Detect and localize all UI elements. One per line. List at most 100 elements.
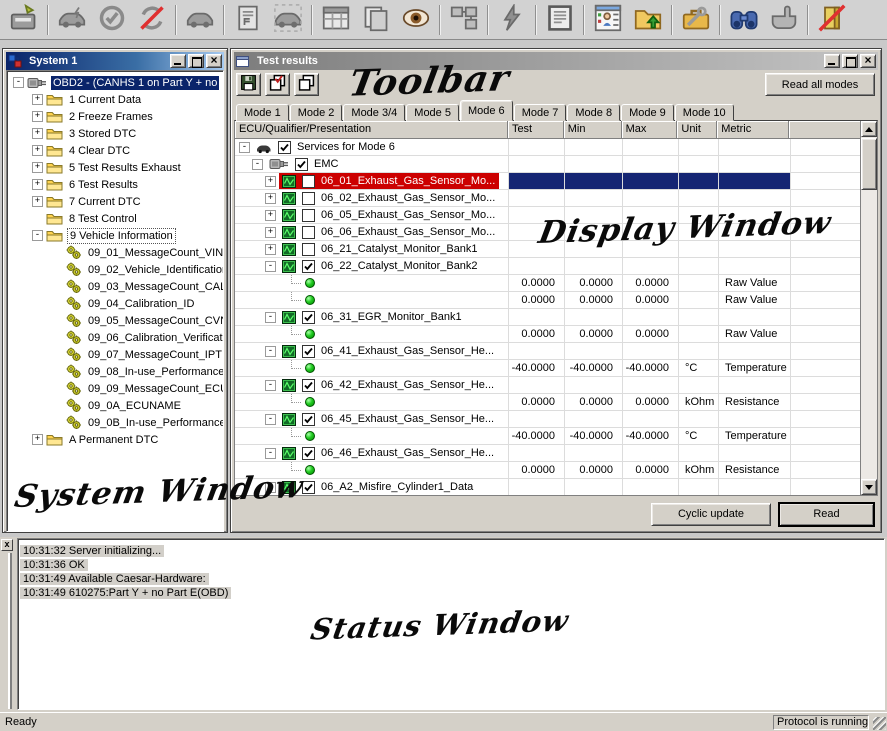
row-label[interactable]: EMC (312, 158, 340, 170)
collapse-icon[interactable]: - (239, 142, 250, 153)
table-row[interactable]: -06_46_Exhaust_Gas_Sensor_He... (235, 445, 860, 462)
tree-item-label[interactable]: 09_03_MessageCount_CALID (86, 280, 224, 294)
tree-item[interactable]: +2 Freeze Frames (7, 108, 223, 125)
tree-item[interactable]: 09_01_MessageCount_VIN (7, 244, 223, 261)
tree-item-label[interactable]: 6 Test Results (67, 178, 140, 192)
maximize-button[interactable] (188, 54, 204, 68)
expand-icon[interactable]: + (32, 128, 43, 139)
row-label[interactable]: 06_31_EGR_Monitor_Bank1 (319, 311, 464, 323)
collapse-icon[interactable]: - (265, 414, 276, 425)
row-label[interactable]: 06_42_Exhaust_Gas_Sensor_He... (319, 379, 496, 391)
tree-item[interactable]: +6 Test Results (7, 176, 223, 193)
tree-item-label[interactable]: 09_05_MessageCount_CVN (86, 314, 224, 328)
checkbox-checked[interactable] (295, 158, 308, 171)
tree-item[interactable]: +5 Test Results Exhaust (7, 159, 223, 176)
tree-item[interactable]: + A Permanent DTC (7, 431, 223, 448)
table-value-row[interactable]: 0.00000.00000.0000Raw Value (235, 292, 860, 309)
tree-item-label[interactable]: 09_02_Vehicle_Identification (86, 263, 224, 277)
column-header-metric[interactable]: Metric (717, 121, 789, 139)
tree-item-label[interactable]: 09_0B_In-use_Performance_ (86, 416, 224, 430)
toolbar-button-check-circle[interactable] (92, 3, 132, 37)
maximize-button[interactable] (842, 54, 858, 68)
tree-item-label[interactable]: 09_06_Calibration_Verification (86, 331, 224, 345)
collapse-icon[interactable]: - (265, 380, 276, 391)
collapse-icon[interactable]: - (265, 448, 276, 459)
checkbox-unchecked[interactable] (302, 226, 315, 239)
tree-item[interactable]: 8 Test Control (7, 210, 223, 227)
scroll-up-button[interactable] (861, 121, 877, 137)
tree-item-label[interactable]: 09_0A_ECUNAME (86, 399, 183, 413)
checkbox-unchecked[interactable] (302, 243, 315, 256)
row-label[interactable]: 06_22_Catalyst_Monitor_Bank2 (319, 260, 480, 272)
tree-item-label[interactable]: 09_08_In-use_Performance_ (86, 365, 224, 379)
tree-item-label[interactable]: 8 Test Control (67, 212, 139, 226)
table-value-row[interactable]: 0.00000.00000.0000kOhmResistance (235, 394, 860, 411)
tree-item-label[interactable]: 3 Stored DTC (67, 127, 138, 141)
tab-mode-3-4[interactable]: Mode 3/4 (343, 104, 405, 121)
tab-mode-2[interactable]: Mode 2 (290, 104, 343, 121)
toolbar-button-car-flash[interactable] (52, 3, 92, 37)
tree-item[interactable]: 09_08_In-use_Performance_ (7, 363, 223, 380)
toolbar-button-folder-export[interactable] (628, 3, 668, 37)
copy-selection-button[interactable] (294, 73, 319, 96)
tree-item[interactable]: 09_0B_In-use_Performance_ (7, 414, 223, 431)
tree-item[interactable]: 09_04_Calibration_ID (7, 295, 223, 312)
checkbox-checked[interactable] (302, 260, 315, 273)
expand-icon[interactable]: + (32, 94, 43, 105)
tree-item[interactable]: 09_07_MessageCount_IPT (7, 346, 223, 363)
select-checked-button[interactable] (265, 73, 290, 96)
table-row[interactable]: +06_02_Exhaust_Gas_Sensor_Mo... (235, 190, 860, 207)
vertical-scrollbar[interactable] (860, 121, 877, 495)
expand-icon[interactable]: + (32, 434, 43, 445)
minimize-button[interactable] (824, 54, 840, 68)
tree-item[interactable]: 09_06_Calibration_Verification (7, 329, 223, 346)
row-label[interactable]: Services for Mode 6 (295, 141, 397, 153)
tree-item[interactable]: 09_0A_ECUNAME (7, 397, 223, 414)
checkbox-unchecked[interactable] (302, 175, 315, 188)
tree-item-label[interactable]: 4 Clear DTC (67, 144, 132, 158)
table-row[interactable]: -06_22_Catalyst_Monitor_Bank2 (235, 258, 860, 275)
checkbox-checked[interactable] (302, 481, 315, 494)
expand-icon[interactable]: + (265, 227, 276, 238)
checkbox-checked[interactable] (302, 447, 315, 460)
toolbar-button-eye[interactable] (396, 3, 436, 37)
cyclic-update-button[interactable]: Cyclic update (651, 503, 771, 526)
column-header-max[interactable]: Max (622, 121, 678, 139)
checkbox-checked[interactable] (302, 379, 315, 392)
tree-item-label[interactable]: 7 Current DTC (67, 195, 143, 209)
tree-item-label[interactable]: 5 Test Results Exhaust (67, 161, 183, 175)
row-label[interactable]: 06_06_Exhaust_Gas_Sensor_Mo... (319, 226, 497, 238)
expand-icon[interactable]: + (32, 111, 43, 122)
tab-mode-6[interactable]: Mode 6 (460, 100, 513, 121)
tree-item-label[interactable]: OBD2 - (CANHS 1 on Part Y + no (51, 76, 219, 90)
table-row[interactable]: -06_41_Exhaust_Gas_Sensor_He... (235, 343, 860, 360)
toolbar-button-car-select[interactable] (268, 3, 308, 37)
table-value-row[interactable]: -40.0000-40.0000-40.0000°CTemperature (235, 428, 860, 445)
tree-item[interactable]: 09_09_MessageCount_ECUN (7, 380, 223, 397)
tree-item-label[interactable]: 09_01_MessageCount_VIN (86, 246, 224, 260)
toolbar-button-toolbox[interactable] (676, 3, 716, 37)
toolbar-button-book[interactable] (540, 3, 580, 37)
toolbar-button-car-settings[interactable] (180, 3, 220, 37)
tree-item-label[interactable]: A Permanent DTC (67, 433, 160, 447)
tab-mode-10[interactable]: Mode 10 (675, 104, 734, 121)
column-header-min[interactable]: Min (564, 121, 622, 139)
checkbox-unchecked[interactable] (302, 192, 315, 205)
checkbox-unchecked[interactable] (302, 209, 315, 222)
table-row[interactable]: -06_45_Exhaust_Gas_Sensor_He... (235, 411, 860, 428)
table-row[interactable]: -06_31_EGR_Monitor_Bank1 (235, 309, 860, 326)
tree-item-label[interactable]: 2 Freeze Frames (67, 110, 155, 124)
tree-item[interactable]: 09_05_MessageCount_CVN (7, 312, 223, 329)
tree-item[interactable]: 09_02_Vehicle_Identification (7, 261, 223, 278)
collapse-icon[interactable]: - (252, 159, 263, 170)
row-label[interactable]: 06_01_Exhaust_Gas_Sensor_Mo... (319, 175, 497, 187)
toolbar-button-lightning[interactable] (492, 3, 532, 37)
read-button[interactable]: Read (779, 503, 874, 526)
toolbar-button-hand-point[interactable] (764, 3, 804, 37)
collapse-icon[interactable]: - (32, 230, 43, 241)
tree-item-label[interactable]: 1 Current Data (67, 93, 143, 107)
status-close-button[interactable]: x (1, 539, 13, 551)
close-button[interactable] (206, 54, 222, 68)
tree-item-label[interactable]: 9 Vehicle Information (67, 228, 176, 244)
scroll-down-button[interactable] (861, 479, 877, 495)
